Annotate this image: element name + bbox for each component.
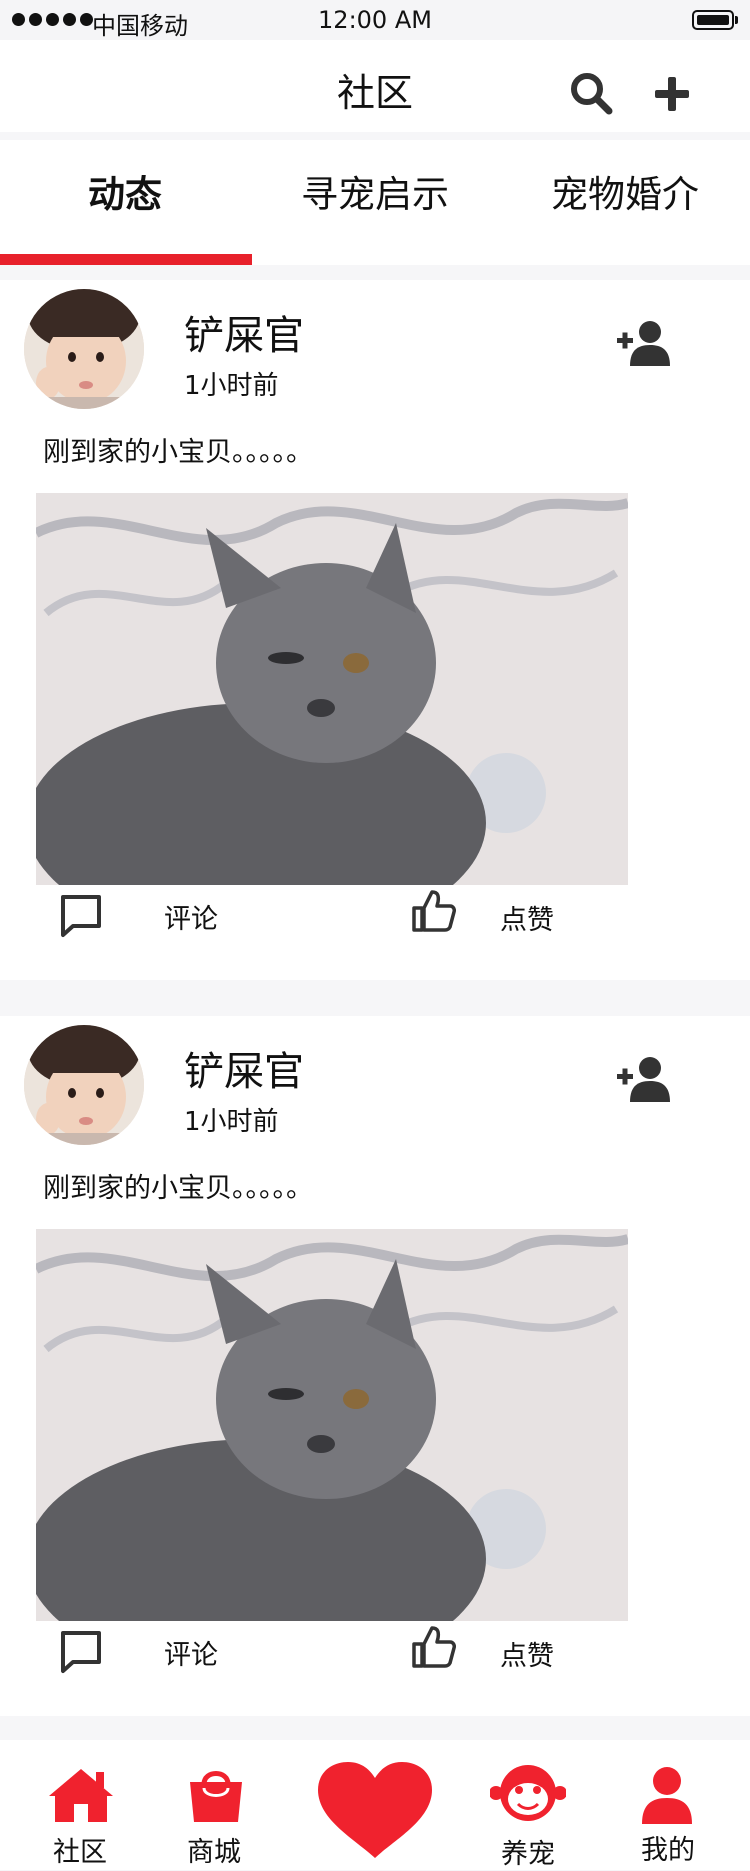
- monkey-face-icon[interactable]: [490, 1762, 566, 1824]
- tab-pet-matchmaking[interactable]: 宠物婚介: [500, 140, 750, 265]
- tabbar-label-pet-care[interactable]: 养宠: [468, 1832, 588, 1871]
- post-card[interactable]: 铲屎官 1小时前 刚到家的小宝贝。。。。。 评论 点赞: [0, 1016, 750, 1716]
- add-icon[interactable]: [652, 74, 692, 114]
- bottom-tab-bar: 社区 商城 养宠 我的: [0, 1740, 750, 1870]
- page-title: 社区: [336, 71, 413, 115]
- status-bar: 中国移动 12:00 AM: [0, 0, 750, 40]
- post-username[interactable]: 铲屎官: [184, 303, 304, 361]
- tabbar-label-mine[interactable]: 我的: [608, 1828, 728, 1867]
- post-caption: 刚到家的小宝贝。。。。。: [43, 1173, 313, 1204]
- post-photo[interactable]: [36, 493, 628, 885]
- post-username[interactable]: 铲屎官: [184, 1039, 304, 1097]
- avatar[interactable]: [24, 289, 144, 409]
- comment-button[interactable]: 评论: [164, 1633, 218, 1672]
- like-button[interactable]: 点赞: [500, 1634, 554, 1673]
- person-icon[interactable]: [640, 1766, 694, 1824]
- add-friend-icon[interactable]: [614, 320, 672, 366]
- add-friend-icon[interactable]: [614, 1056, 672, 1102]
- post-caption: 刚到家的小宝贝。。。。。: [43, 437, 313, 468]
- shopping-bag-icon[interactable]: [186, 1764, 246, 1824]
- segment-tabs: 动态 寻宠启示 宠物婚介: [0, 140, 750, 265]
- search-icon[interactable]: [568, 70, 614, 116]
- post-time: 1小时前: [184, 371, 279, 401]
- nav-bar: 社区: [0, 40, 750, 132]
- comment-icon[interactable]: [58, 1628, 104, 1674]
- tab-lost-pet[interactable]: 寻宠启示: [250, 140, 500, 265]
- heart-icon[interactable]: [316, 1760, 434, 1860]
- tabbar-label-community[interactable]: 社区: [20, 1830, 140, 1869]
- post-photo[interactable]: [36, 1229, 628, 1621]
- tab-dynamics[interactable]: 动态: [0, 140, 250, 265]
- like-button[interactable]: 点赞: [500, 898, 554, 937]
- avatar[interactable]: [24, 1025, 144, 1145]
- thumbs-up-icon[interactable]: [410, 888, 456, 934]
- comment-icon[interactable]: [58, 892, 104, 938]
- post-time: 1小时前: [184, 1107, 279, 1137]
- battery-icon: [692, 10, 734, 30]
- thumbs-up-icon[interactable]: [410, 1624, 456, 1670]
- comment-button[interactable]: 评论: [164, 897, 218, 936]
- tabbar-label-mall[interactable]: 商城: [154, 1830, 274, 1869]
- post-card[interactable]: 铲屎官 1小时前 刚到家的小宝贝。。。。。 评论 点赞: [0, 280, 750, 980]
- home-icon[interactable]: [46, 1766, 116, 1824]
- active-tab-indicator: [0, 254, 252, 265]
- status-time: 12:00 AM: [318, 6, 432, 34]
